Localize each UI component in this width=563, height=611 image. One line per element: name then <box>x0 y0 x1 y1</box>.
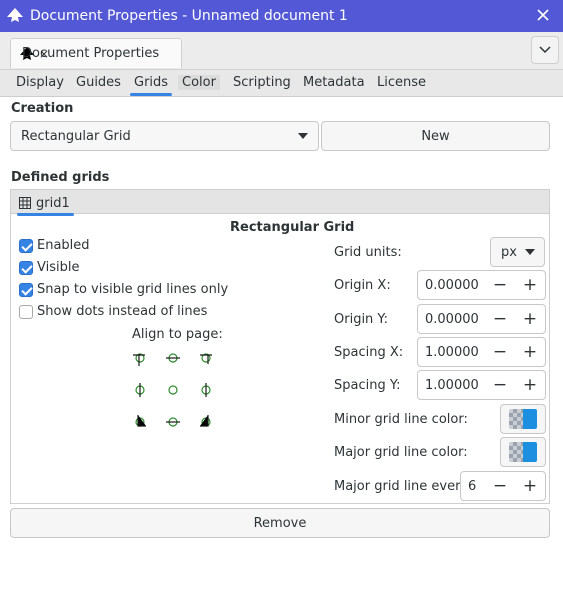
align-top-left-icon[interactable] <box>131 349 149 367</box>
new-grid-button[interactable]: New <box>321 121 550 151</box>
creation-heading: Creation <box>11 101 74 116</box>
spacing-y-input[interactable]: 1.00000 <box>418 378 485 393</box>
color-swatch <box>509 409 537 429</box>
checkbox-checked-icon <box>19 260 33 275</box>
window-title: Document Properties - Unnamed document 1 <box>30 8 348 24</box>
grid-units-dropdown[interactable]: px <box>490 237 545 267</box>
grid-type-dropdown[interactable]: Rectangular Grid <box>10 121 319 151</box>
decrement-button[interactable]: − <box>485 375 515 395</box>
origin-y-label: Origin Y: <box>334 312 389 327</box>
grid-icon <box>19 197 31 209</box>
grid-units-value: px <box>501 244 517 260</box>
window-titlebar: Document Properties - Unnamed document 1 <box>0 0 563 32</box>
spacing-x-input[interactable]: 1.00000 <box>418 345 485 360</box>
checkbox-checked-icon <box>19 282 33 297</box>
minor-color-button[interactable] <box>500 404 546 434</box>
enabled-label: Enabled <box>37 238 90 253</box>
align-bottom-center-icon[interactable] <box>164 413 182 431</box>
grids-tabbar: grid1 <box>11 190 549 216</box>
enabled-checkbox[interactable]: Enabled <box>19 238 90 253</box>
increment-button[interactable]: + <box>515 375 545 395</box>
remove-grid-button[interactable]: Remove <box>10 508 550 538</box>
origin-x-spinbutton[interactable]: 0.00000 − + <box>417 270 546 300</box>
properties-tabs: Display Guides Grids Color Scripting Met… <box>0 70 563 97</box>
major-every-input[interactable]: 6 <box>461 479 485 494</box>
show-dots-checkbox[interactable]: Show dots instead of lines <box>19 304 207 319</box>
minor-color-label: Minor grid line color: <box>334 412 468 427</box>
origin-x-input[interactable]: 0.00000 <box>418 278 485 293</box>
grid-units-label: Grid units: <box>334 245 402 260</box>
chevron-down-icon <box>539 46 551 54</box>
decrement-button[interactable]: − <box>485 309 515 329</box>
origin-y-spinbutton[interactable]: 0.00000 − + <box>417 304 546 334</box>
align-to-page-label: Align to page: <box>132 327 223 342</box>
dock-tab-label: Document Properties <box>22 46 160 61</box>
align-bottom-left-icon[interactable] <box>131 413 149 431</box>
align-top-right-icon[interactable] <box>197 349 215 367</box>
spacing-y-label: Spacing Y: <box>334 378 401 393</box>
dock-tab-document-properties[interactable]: Document Properties × <box>10 38 182 68</box>
major-color-label: Major grid line color: <box>334 445 468 460</box>
increment-button[interactable]: + <box>515 476 545 496</box>
major-every-label: Major grid line every: <box>334 479 472 494</box>
decrement-button[interactable]: − <box>485 275 515 295</box>
tab-display[interactable]: Display <box>16 75 64 90</box>
align-bottom-right-icon[interactable] <box>197 413 215 431</box>
snap-visible-checkbox[interactable]: Snap to visible grid lines only <box>19 282 228 297</box>
align-top-center-icon[interactable] <box>164 349 182 367</box>
grid-tab-label: grid1 <box>36 195 70 211</box>
origin-y-input[interactable]: 0.00000 <box>418 312 485 327</box>
major-color-button[interactable] <box>500 437 546 467</box>
tab-license[interactable]: License <box>377 75 426 90</box>
dropdown-arrow-icon <box>298 133 308 139</box>
decrement-button[interactable]: − <box>485 342 515 362</box>
checkbox-unchecked-icon <box>19 304 33 319</box>
decrement-button[interactable]: − <box>485 476 515 496</box>
grid-panel-title: Rectangular Grid <box>230 220 355 235</box>
dock-menu-button[interactable] <box>531 36 559 64</box>
spacing-x-spinbutton[interactable]: 1.00000 − + <box>417 337 546 367</box>
tab-guides[interactable]: Guides <box>76 75 121 90</box>
grid-type-value: Rectangular Grid <box>21 128 131 144</box>
increment-button[interactable]: + <box>515 309 545 329</box>
tab-grids[interactable]: Grids <box>129 75 173 96</box>
visible-checkbox[interactable]: Visible <box>19 260 79 275</box>
tab-scripting[interactable]: Scripting <box>233 75 291 90</box>
dock-bar: Document Properties × <box>0 32 563 70</box>
visible-label: Visible <box>37 260 80 275</box>
defined-grids-heading: Defined grids <box>11 170 110 185</box>
align-middle-right-icon[interactable] <box>197 381 215 399</box>
increment-button[interactable]: + <box>515 342 545 362</box>
increment-button[interactable]: + <box>515 275 545 295</box>
dropdown-arrow-icon <box>525 249 535 255</box>
checkbox-checked-icon <box>19 238 33 253</box>
tab-metadata[interactable]: Metadata <box>303 75 365 90</box>
snap-visible-label: Snap to visible grid lines only <box>37 282 229 297</box>
grid-tab-grid1[interactable]: grid1 <box>17 193 74 216</box>
close-icon[interactable] <box>533 5 553 25</box>
inkscape-logo-icon <box>7 8 23 22</box>
major-every-spinbutton[interactable]: 6 − + <box>460 471 546 501</box>
show-dots-label: Show dots instead of lines <box>37 304 208 319</box>
color-swatch <box>509 442 537 462</box>
align-center-icon[interactable] <box>164 381 182 399</box>
spacing-x-label: Spacing X: <box>334 345 404 360</box>
spacing-y-spinbutton[interactable]: 1.00000 − + <box>417 370 546 400</box>
align-middle-left-icon[interactable] <box>131 381 149 399</box>
tab-color[interactable]: Color <box>178 75 220 90</box>
origin-x-label: Origin X: <box>334 278 391 293</box>
